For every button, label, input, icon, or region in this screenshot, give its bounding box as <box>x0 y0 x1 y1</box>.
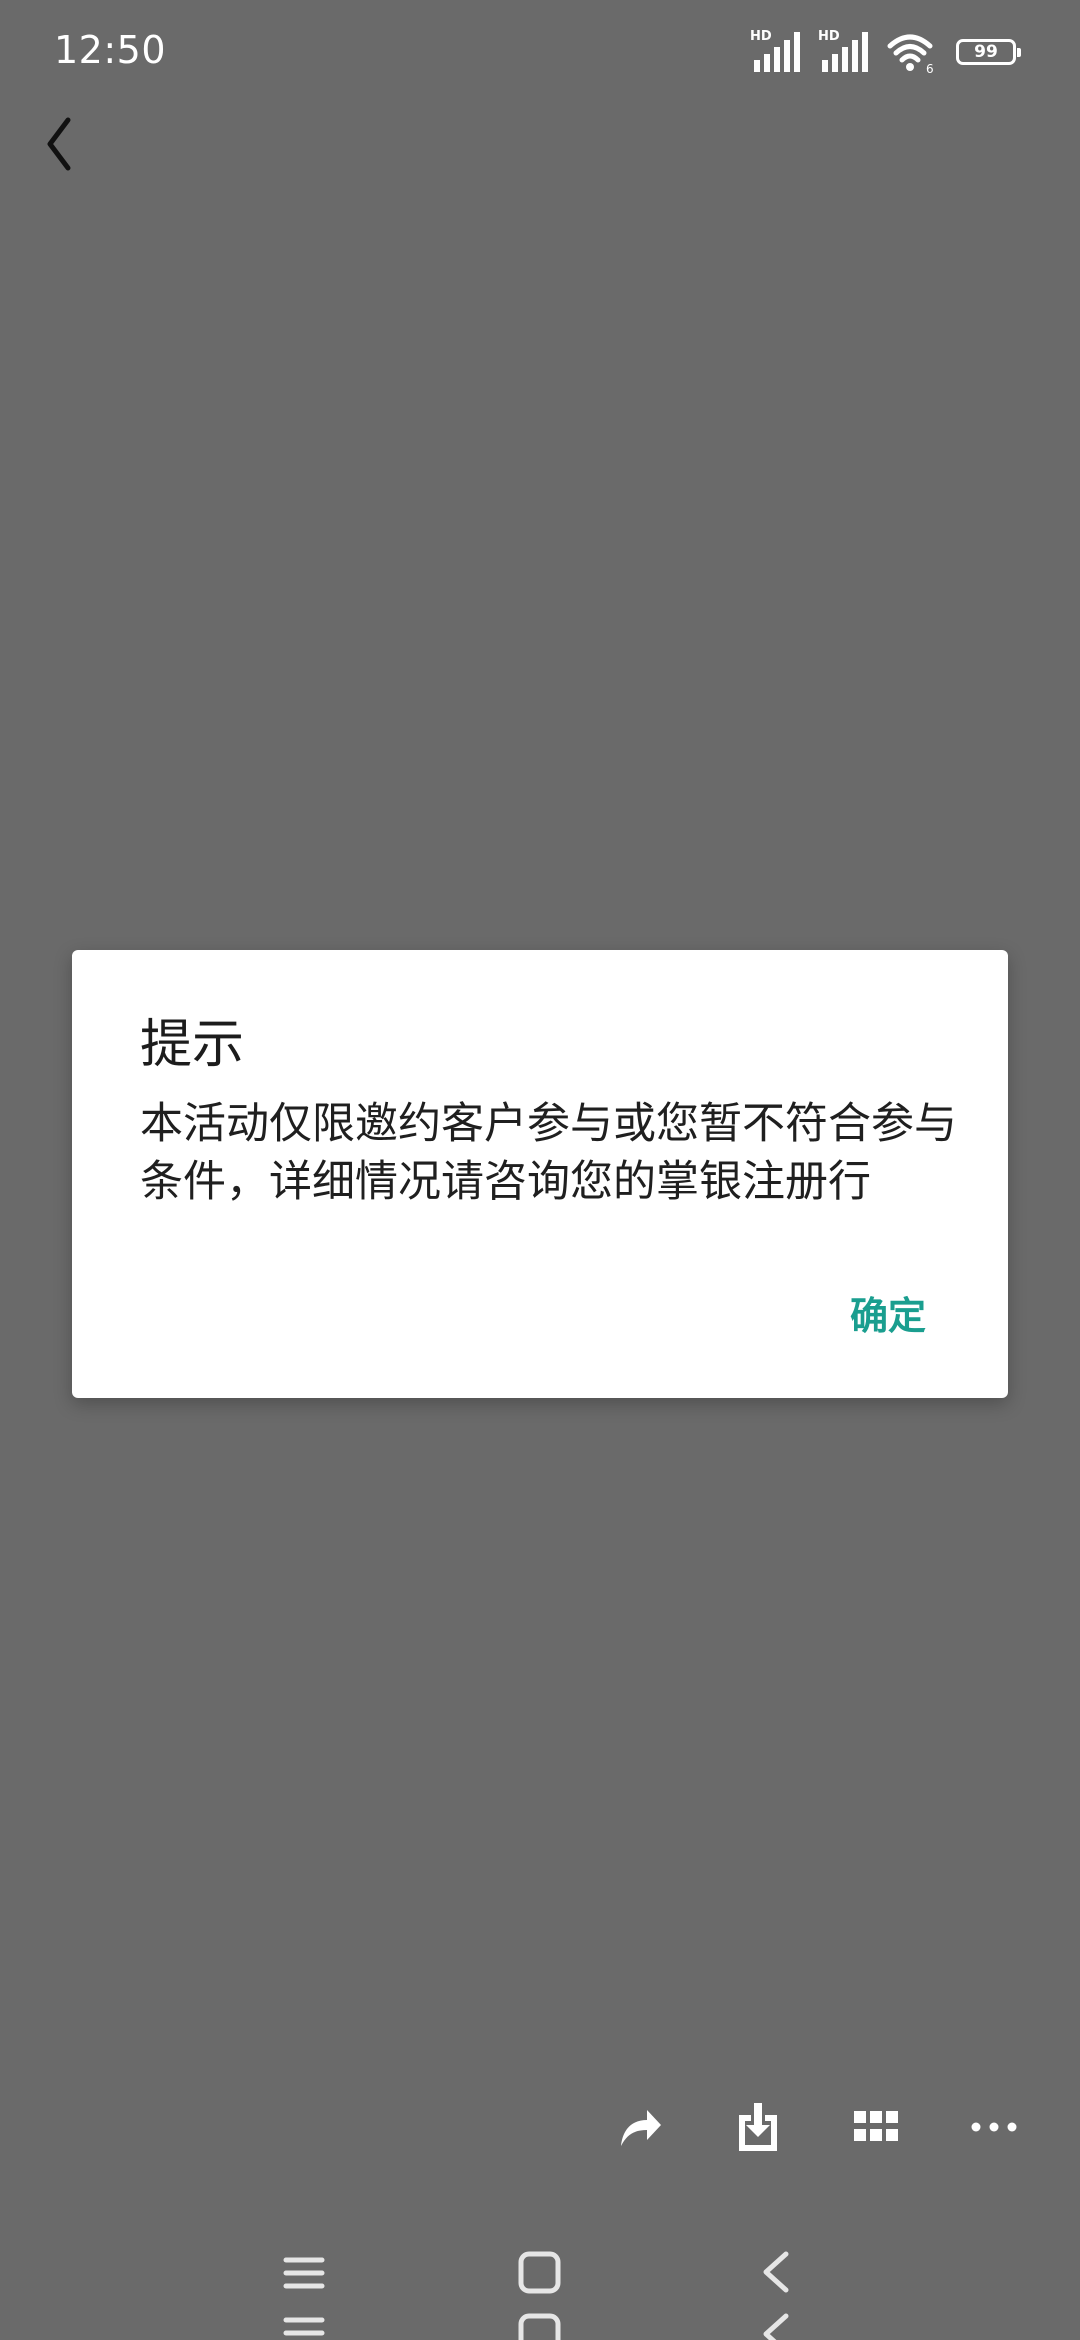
navigation-bar <box>0 2220 1080 2340</box>
status-bar: 12:50 HD HD 6 99 <box>0 0 1080 100</box>
home-icon <box>518 2251 561 2340</box>
recents-button[interactable] <box>264 2220 344 2340</box>
system-back-button[interactable] <box>736 2220 816 2340</box>
back-button[interactable] <box>36 108 96 180</box>
status-icons: HD HD 6 99 <box>750 30 1021 74</box>
status-time: 12:50 <box>54 28 167 72</box>
signal-hd-label-2: HD <box>818 29 840 44</box>
download-icon <box>739 2103 777 2151</box>
share-button[interactable] <box>604 2082 676 2172</box>
battery-icon: 99 <box>956 39 1021 65</box>
chevron-left-icon <box>47 117 71 171</box>
more-icon <box>971 2122 1017 2132</box>
share-icon <box>621 2110 661 2146</box>
hd-signal-icon: HD <box>750 30 804 74</box>
back-icon <box>763 2251 789 2340</box>
confirm-button[interactable]: 确定 <box>850 1285 926 1340</box>
bottom-toolbar <box>0 2082 1080 2172</box>
wifi-badge: 6 <box>926 62 934 74</box>
battery-level: 99 <box>974 42 998 62</box>
signal-hd-label: HD <box>750 29 772 44</box>
hd-signal-icon-2: HD <box>818 30 872 74</box>
home-button[interactable] <box>500 2220 580 2340</box>
dialog-message: 本活动仅限邀约客户参与或您暂不符合参与条件，详细情况请咨询您的掌银注册行 <box>140 1099 957 1207</box>
alert-dialog: 提示 本活动仅限邀约客户参与或您暂不符合参与条件，详细情况请咨询您的掌银注册行 … <box>72 950 1008 1398</box>
wifi-icon: 6 <box>887 34 934 74</box>
dialog-title: 提示 <box>140 1015 245 1075</box>
download-button[interactable] <box>722 2082 794 2172</box>
grid-button[interactable] <box>840 2082 912 2172</box>
grid-icon <box>854 2111 898 2141</box>
more-button[interactable] <box>958 2082 1030 2172</box>
menu-icon <box>283 2257 325 2336</box>
